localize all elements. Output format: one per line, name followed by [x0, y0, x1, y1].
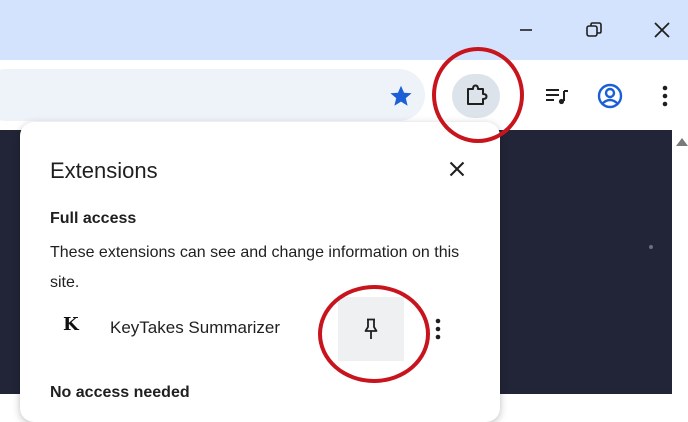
media-button[interactable] — [541, 80, 573, 112]
extension-row[interactable]: K KeyTakes Summarizer — [50, 294, 490, 361]
extension-logo: K — [63, 314, 79, 335]
minimize-button[interactable] — [506, 10, 546, 50]
chrome-menu-button[interactable] — [649, 80, 681, 112]
kebab-menu-icon — [662, 85, 668, 107]
toolbar — [0, 60, 688, 130]
restore-button[interactable] — [574, 10, 614, 50]
extensions-panel: Extensions Full access These extensions … — [20, 122, 500, 422]
kebab-menu-icon — [435, 318, 441, 340]
extension-menu-button[interactable] — [426, 314, 450, 344]
page-dot — [649, 245, 653, 249]
no-access-heading: No access needed — [50, 384, 190, 401]
address-bar[interactable] — [0, 69, 425, 121]
title-bar — [0, 0, 688, 60]
puzzle-icon — [467, 84, 488, 105]
close-window-button[interactable] — [642, 10, 682, 50]
extensions-button[interactable] — [452, 74, 500, 118]
close-icon — [654, 22, 670, 38]
scrollbar[interactable] — [672, 130, 688, 394]
media-queue-icon — [546, 89, 568, 105]
star-icon[interactable] — [388, 83, 414, 109]
pin-extension-button[interactable] — [338, 297, 404, 361]
profile-icon — [597, 83, 623, 109]
pin-icon — [364, 318, 378, 339]
full-access-description: These extensions can see and change info… — [50, 244, 460, 291]
panel-close-button[interactable] — [444, 156, 470, 182]
minimize-icon — [520, 29, 532, 31]
profile-button[interactable] — [594, 80, 626, 112]
extension-name[interactable]: KeyTakes Summarizer — [110, 318, 280, 338]
restore-icon — [586, 22, 602, 37]
full-access-heading: Full access — [50, 210, 137, 227]
scroll-up-icon[interactable] — [676, 138, 688, 146]
close-icon — [449, 161, 465, 177]
panel-title: Extensions — [50, 158, 158, 183]
